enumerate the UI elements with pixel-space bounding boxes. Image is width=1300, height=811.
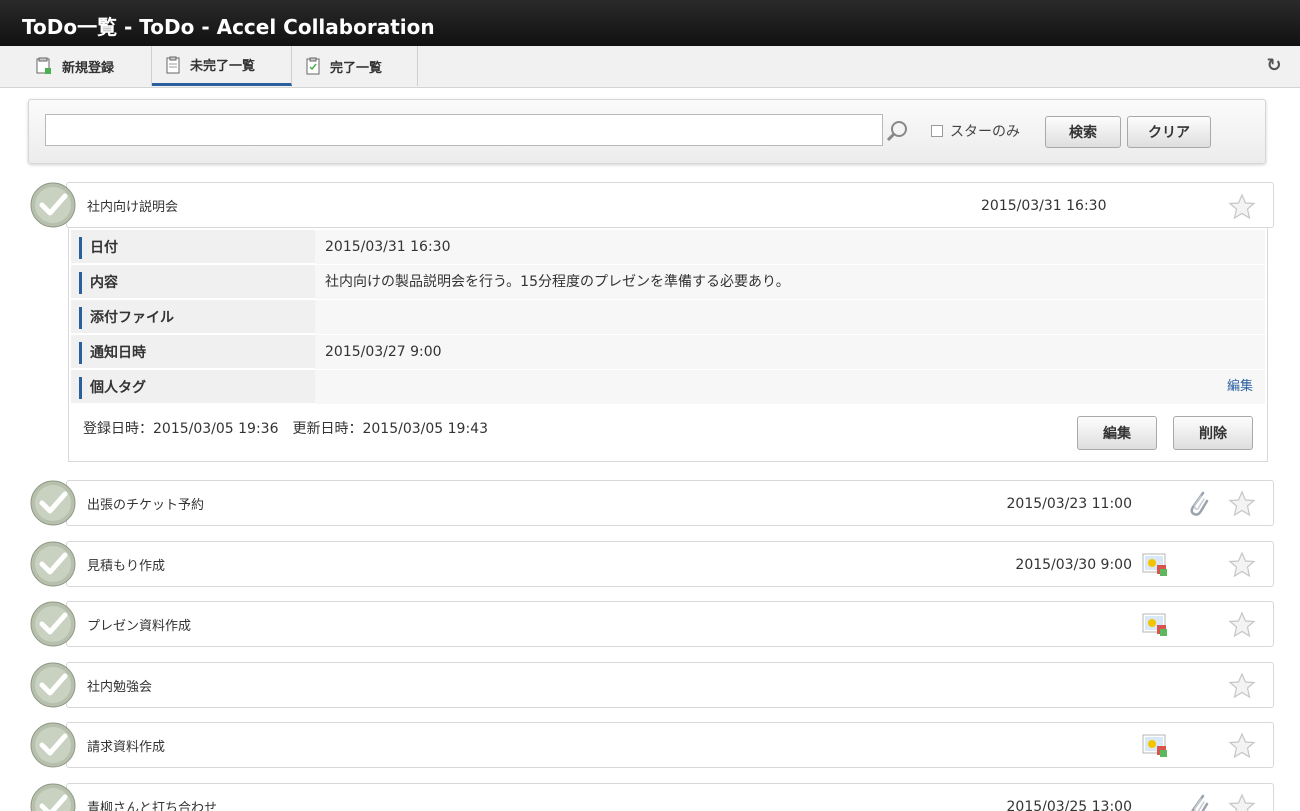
todo-row[interactable]: 請求資料作成 — [66, 722, 1274, 768]
tab-incomplete[interactable]: 未完了一覧 — [152, 46, 292, 86]
tab-bar: 新規登録 未完了一覧 完了一覧 — [0, 46, 1300, 88]
complete-check-icon[interactable] — [29, 540, 77, 588]
clear-button[interactable]: クリア — [1127, 116, 1211, 148]
tab-completed[interactable]: 完了一覧 — [292, 46, 418, 86]
tab-completed-label: 完了一覧 — [330, 60, 383, 76]
star-icon[interactable] — [1228, 551, 1256, 579]
edit-button[interactable]: 編集 — [1077, 416, 1157, 450]
search-button[interactable]: 検索 — [1045, 116, 1121, 148]
todo-row[interactable]: プレゼン資料作成 — [66, 601, 1274, 647]
detail-row-notify: 通知日時 2015/03/27 9:00 — [71, 335, 1265, 369]
todo-row[interactable]: 出張のチケット予約 2015/03/23 11:00 — [66, 480, 1274, 526]
todo-title: 青柳さんと打ち合わせ — [87, 801, 218, 811]
todo-row[interactable]: 社内勉強会 — [66, 662, 1274, 708]
todo-date: 2015/03/31 16:30 — [981, 198, 1107, 214]
detail-value: 社内向けの製品説明会を行う。15分程度のプレゼンを準備する必要あり。 — [315, 265, 1265, 299]
clipboard-icon — [166, 56, 180, 73]
refresh-icon[interactable]: ↻ — [1264, 56, 1284, 76]
image-icon — [1142, 553, 1167, 576]
detail-value: 2015/03/31 16:30 — [315, 230, 1265, 264]
star-icon[interactable] — [1228, 732, 1256, 760]
todo-title: プレゼン資料作成 — [87, 619, 192, 634]
paperclip-icon — [1191, 794, 1209, 811]
registration-meta: 登録日時：2015/03/05 19:36 更新日時：2015/03/05 19… — [83, 421, 488, 437]
edit-tags-link[interactable]: 編集 — [1227, 378, 1253, 396]
detail-row-tags: 個人タグ 編集 — [71, 370, 1265, 404]
image-icon — [1142, 734, 1167, 757]
new-document-icon — [36, 57, 51, 74]
detail-row-attachment: 添付ファイル — [71, 300, 1265, 334]
tab-new[interactable]: 新規登録 — [22, 46, 152, 86]
star-icon[interactable] — [1228, 672, 1256, 700]
detail-value: 編集 — [315, 370, 1265, 404]
search-input[interactable] — [45, 114, 883, 146]
todo-title: 社内向け説明会 — [87, 200, 179, 215]
search-icon[interactable] — [885, 118, 911, 144]
star-only-checkbox[interactable] — [931, 125, 943, 137]
todo-row[interactable]: 青柳さんと打ち合わせ 2015/03/25 13:00 — [66, 783, 1274, 811]
tab-incomplete-label: 未完了一覧 — [190, 59, 256, 74]
todo-date: 2015/03/23 11:00 — [1006, 496, 1133, 512]
complete-check-icon[interactable] — [29, 479, 77, 527]
complete-check-icon[interactable] — [29, 782, 77, 811]
complete-check-icon[interactable] — [29, 661, 77, 709]
star-only-filter[interactable]: スターのみ — [931, 121, 1020, 141]
todo-date: 2015/03/30 9:00 — [1015, 557, 1132, 573]
detail-label: 個人タグ — [79, 377, 146, 399]
todo-title: 社内勉強会 — [87, 680, 153, 695]
paperclip-icon — [1190, 491, 1209, 516]
complete-check-icon[interactable] — [29, 721, 77, 769]
todo-date: 2015/03/25 13:00 — [1006, 799, 1133, 811]
todo-detail: 日付 2015/03/31 16:30 内容 社内向けの製品説明会を行う。15分… — [68, 228, 1268, 462]
star-only-label: スターのみ — [950, 124, 1020, 140]
detail-label: 通知日時 — [79, 342, 146, 364]
star-icon[interactable] — [1228, 193, 1256, 221]
todo-title: 出張のチケット予約 — [87, 498, 205, 513]
todo-title: 請求資料作成 — [87, 740, 166, 755]
detail-label: 内容 — [79, 272, 118, 294]
complete-check-icon[interactable] — [29, 181, 77, 229]
star-icon[interactable] — [1228, 490, 1256, 518]
detail-label: 添付ファイル — [79, 307, 174, 329]
checklist-icon — [306, 57, 320, 75]
image-icon — [1142, 613, 1167, 636]
detail-value: 2015/03/27 9:00 — [315, 335, 1265, 369]
window-title: ToDo一覧 - ToDo - Accel Collaboration — [0, 0, 1300, 46]
todo-title: 見積もり作成 — [87, 559, 166, 574]
detail-row-date: 日付 2015/03/31 16:30 — [71, 230, 1265, 264]
search-panel: スターのみ 検索 クリア — [28, 99, 1266, 164]
tab-new-label: 新規登録 — [62, 60, 115, 76]
detail-label: 日付 — [79, 237, 118, 259]
star-icon[interactable] — [1228, 611, 1256, 639]
todo-row-expanded[interactable]: 社内向け説明会 2015/03/31 16:30 — [66, 182, 1274, 228]
detail-value — [315, 300, 1265, 334]
todo-row[interactable]: 見積もり作成 2015/03/30 9:00 — [66, 541, 1274, 587]
delete-button[interactable]: 削除 — [1173, 416, 1253, 450]
complete-check-icon[interactable] — [29, 600, 77, 648]
detail-row-content: 内容 社内向けの製品説明会を行う。15分程度のプレゼンを準備する必要あり。 — [71, 265, 1265, 299]
star-icon[interactable] — [1228, 793, 1256, 811]
